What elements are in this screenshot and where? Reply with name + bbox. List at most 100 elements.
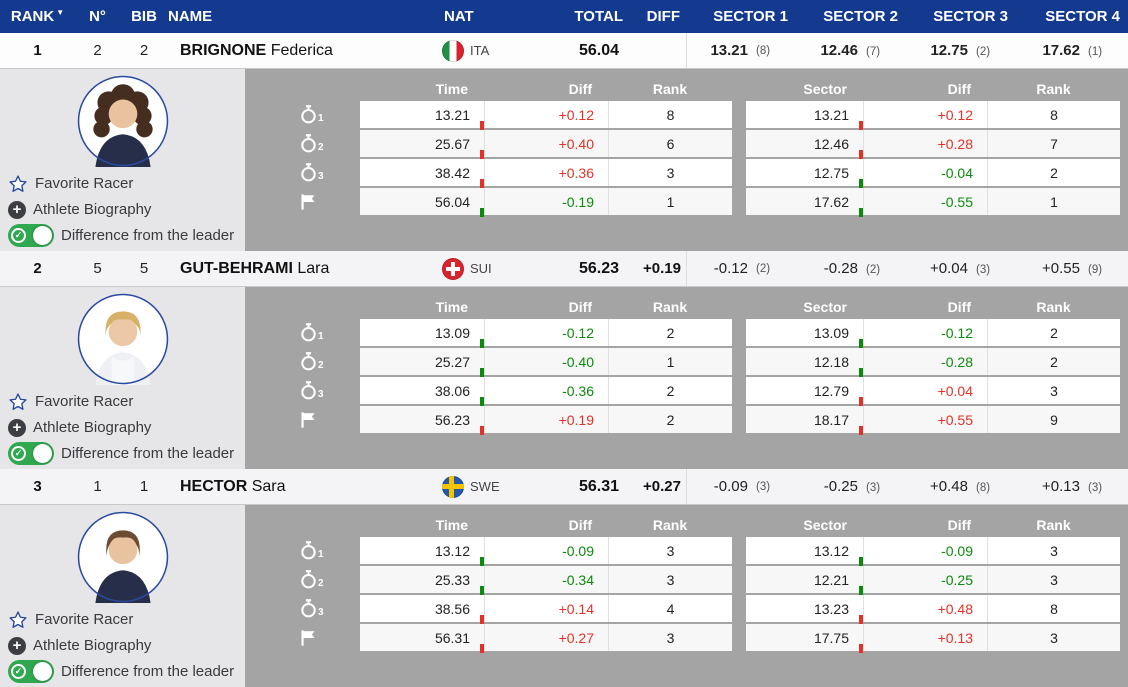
time-value: 25.27	[435, 354, 470, 370]
sector1-value: 13.21	[710, 42, 748, 59]
header-number[interactable]: N°	[75, 8, 120, 25]
sector4-rank: (1)	[1088, 46, 1114, 58]
racer-number: 2	[75, 42, 120, 59]
sector-rank-cell: 2	[987, 348, 1120, 375]
sector-rank-cell: 3	[987, 624, 1120, 651]
favorite-racer-label: Favorite Racer	[35, 611, 133, 628]
sector3-rank: (2)	[976, 46, 1002, 58]
split-row-finish: 56.31 +0.27 3 17.75 +0.13 3	[245, 624, 1120, 651]
favorite-racer-button[interactable]: Favorite Racer	[8, 390, 245, 413]
sector-cell: 12.21	[746, 566, 863, 593]
header-rank-label: RANK	[11, 8, 54, 25]
finish-flag-icon	[245, 624, 360, 651]
time-cell: 13.09	[360, 319, 484, 346]
time-diff-cell: -0.34	[484, 566, 608, 593]
racer-number: 5	[75, 260, 120, 277]
sector1-value: -0.09	[714, 478, 748, 495]
sector3-value: 12.75	[930, 42, 968, 59]
favorite-racer-label: Favorite Racer	[35, 393, 133, 410]
col-sector-label: Sector	[746, 299, 863, 315]
col-rank-label: Rank	[987, 517, 1120, 533]
sector-diff-cell: +0.04	[863, 377, 987, 404]
racer-first-name: Sara	[252, 478, 286, 495]
header-sector2[interactable]: SECTOR 2	[796, 8, 906, 25]
racer-row[interactable]: 2 5 5 GUT-BEHRAMI Lara SUI 56.23 +0.19 -…	[0, 251, 1128, 287]
col-diff-label: Diff	[484, 299, 608, 315]
star-icon	[8, 610, 28, 630]
header-total[interactable]: TOTAL	[508, 8, 623, 25]
time-cell: 38.56	[360, 595, 484, 622]
favorite-racer-button[interactable]: Favorite Racer	[8, 608, 245, 631]
racer-detail-panel: Favorite Racer Athlete Biography Differe…	[0, 505, 1128, 687]
nat-code: SWE	[470, 479, 500, 494]
sector2-rank: (7)	[866, 46, 892, 58]
sector-value: 13.23	[814, 601, 849, 617]
time-rank-cell: 8	[608, 101, 732, 128]
sector3-cell: +0.48(8)	[906, 478, 1016, 495]
col-diff-label: Diff	[863, 299, 987, 315]
athlete-biography-button[interactable]: Athlete Biography	[8, 198, 245, 221]
favorite-racer-button[interactable]: Favorite Racer	[8, 172, 245, 195]
racer-actions: Favorite Racer Athlete Biography Differe…	[8, 390, 245, 465]
sector-value: 13.09	[814, 325, 849, 341]
time-cell: 13.21	[360, 101, 484, 128]
check-icon	[11, 446, 26, 461]
sector-rank-cell: 8	[987, 595, 1120, 622]
racer-row[interactable]: 1 2 2 BRIGNONE Federica ITA 56.04 13.21(…	[0, 33, 1128, 69]
athlete-biography-button[interactable]: Athlete Biography	[8, 634, 245, 657]
sector3-value: +0.48	[930, 478, 968, 495]
split-table-header: Time Diff Rank Sector Diff Rank	[245, 513, 1120, 537]
time-rank-cell: 3	[608, 566, 732, 593]
split-row-intermediate-2: 2 25.33 -0.34 3 12.21 -0.25 3	[245, 566, 1120, 593]
col-diff-label: Diff	[484, 517, 608, 533]
sector3-cell: 12.75 (2)	[906, 42, 1016, 59]
sector1-cell: -0.12(2)	[686, 251, 796, 286]
split-row-intermediate-1: 1 13.09 -0.12 2 13.09 -0.12 2	[245, 319, 1120, 346]
racer-last-name: GUT-BEHRAMI	[180, 260, 293, 277]
plus-icon	[8, 419, 26, 437]
sector-rank-cell: 8	[987, 101, 1120, 128]
time-rank-cell: 3	[608, 159, 732, 186]
racer-first-name: Lara	[297, 260, 329, 277]
header-sector3[interactable]: SECTOR 3	[906, 8, 1016, 25]
header-nat[interactable]: NAT	[438, 8, 508, 25]
difference-from-leader-toggle[interactable]	[8, 442, 54, 465]
difference-toggle-row: Difference from the leader	[8, 660, 245, 683]
time-diff-cell: +0.14	[484, 595, 608, 622]
sector-cell: 12.79	[746, 377, 863, 404]
racer-row[interactable]: 3 1 1 HECTOR Sara SWE 56.31 +0.27 -0.09(…	[0, 469, 1128, 505]
sector1-cell: 13.21(8)	[686, 33, 796, 68]
header-sector1[interactable]: SECTOR 1	[686, 8, 796, 25]
time-cell: 25.27	[360, 348, 484, 375]
sector-cell: 12.75	[746, 159, 863, 186]
racer-rank: 1	[0, 42, 75, 59]
header-sector2-label: SECTOR 2	[823, 8, 898, 25]
racer-number: 1	[75, 478, 120, 495]
sector4-cell: +0.55(9)	[1016, 260, 1128, 277]
header-name[interactable]: NAME	[168, 8, 438, 25]
stopwatch-3-icon: 3	[245, 377, 360, 404]
difference-from-leader-toggle[interactable]	[8, 660, 54, 683]
favorite-racer-label: Favorite Racer	[35, 175, 133, 192]
sector-diff-cell: +0.12	[863, 101, 987, 128]
header-diff[interactable]: DIFF	[623, 8, 686, 25]
difference-from-leader-toggle[interactable]	[8, 224, 54, 247]
check-icon	[11, 228, 26, 243]
header-sector4[interactable]: SECTOR 4	[1016, 8, 1128, 25]
sector-rank-cell: 3	[987, 566, 1120, 593]
sector2-cell: 12.46(7)	[796, 42, 906, 59]
header-rank[interactable]: RANK▼	[0, 8, 75, 25]
athlete-photo	[77, 293, 169, 385]
sector-rank-cell: 3	[987, 377, 1120, 404]
stopwatch-3-sub: 3	[318, 607, 324, 618]
sector2-rank: (2)	[866, 264, 892, 276]
time-cell: 25.67	[360, 130, 484, 157]
header-nat-label: NAT	[444, 8, 474, 25]
results-table-header: RANK▼ N° BIB NAME NAT TOTAL DIFF SECTOR …	[0, 0, 1128, 33]
time-diff-cell: -0.09	[484, 537, 608, 564]
header-bib[interactable]: BIB	[120, 8, 168, 25]
check-icon	[11, 664, 26, 679]
header-sector4-label: SECTOR 4	[1045, 8, 1120, 25]
athlete-biography-button[interactable]: Athlete Biography	[8, 416, 245, 439]
sector-diff-cell: +0.48	[863, 595, 987, 622]
